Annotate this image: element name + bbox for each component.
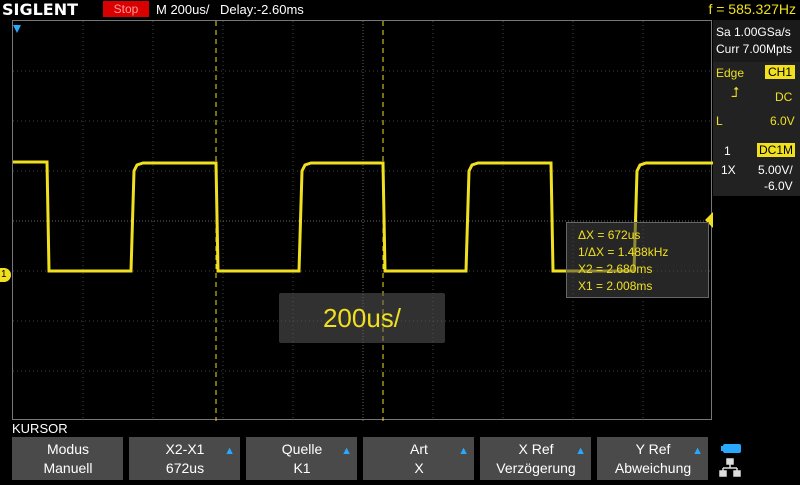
- adjust-arrow-icon: ▲: [224, 445, 235, 457]
- softkey-type[interactable]: Art X ▲: [363, 437, 475, 480]
- trigger-position-marker: [13, 25, 21, 33]
- sample-rate: Sa 1.00GSa/s: [716, 25, 791, 39]
- usb-icon: [721, 444, 741, 453]
- trigger-level: 6.0V: [770, 114, 795, 128]
- adjust-arrow-icon: ▲: [341, 445, 352, 457]
- softkey-x2-x1[interactable]: X2-X1 672us ▲: [129, 437, 241, 480]
- trigger-type: Edge: [716, 66, 745, 80]
- trigger-level-label: L: [716, 114, 723, 128]
- brand-logo: SIGLENT: [2, 0, 79, 19]
- acquisition-panel: Sa 1.00GSa/s Curr 7.00Mpts: [713, 20, 800, 62]
- softkey-value: K1: [293, 460, 311, 476]
- vertical-scale: 5.00V/: [758, 163, 793, 177]
- softkey-source[interactable]: Quelle K1 ▲: [246, 437, 358, 480]
- network-icon: [719, 458, 741, 477]
- channel1-panel[interactable]: 1 DC1M 1X 5.00V/ -6.0V: [713, 142, 800, 196]
- run-status-badge[interactable]: Stop: [103, 1, 149, 17]
- delay-readout: Delay:-2.60ms: [220, 2, 304, 17]
- softkey-mode[interactable]: Modus Manuell: [12, 437, 124, 480]
- status-icons: [714, 438, 800, 480]
- softkey-x-ref[interactable]: X Ref Verzögerung ▲: [480, 437, 592, 480]
- probe-ratio: 1X: [721, 163, 736, 177]
- top-status-bar: SIGLENT Stop M 200us/ Delay:-2.60ms f = …: [0, 0, 800, 19]
- cursor-inverse-delta-x: 1/ΔX = 1.488kHz: [578, 245, 669, 259]
- memory-depth: Curr 7.00Mpts: [716, 42, 793, 56]
- channel-number: 1: [724, 144, 731, 158]
- adjust-arrow-icon: ▲: [692, 445, 703, 457]
- vertical-offset: -6.0V: [764, 179, 793, 193]
- softkey-value: Manuell: [43, 460, 93, 476]
- adjust-arrow-icon: ▲: [575, 445, 586, 457]
- channel-coupling: DC1M: [757, 143, 796, 157]
- waveform-display[interactable]: [12, 20, 713, 421]
- waveform-graticule: [13, 21, 713, 421]
- adjust-arrow-icon: ▲: [458, 445, 469, 457]
- menu-title: KURSOR: [12, 421, 68, 436]
- ch1-ground-marker[interactable]: 1: [0, 268, 11, 282]
- timebase-popup: 200us/: [279, 293, 445, 343]
- timebase-popup-label: 200us/: [322, 303, 402, 333]
- trigger-coupling: DC: [775, 90, 793, 104]
- cursor-delta-x: ΔX = 672us: [578, 228, 641, 242]
- ch1-marker-label: 1: [1, 269, 7, 280]
- softkey-label: Modus: [46, 441, 90, 457]
- softkey-value: 672us: [165, 460, 205, 476]
- softkey-value: Abweichung: [614, 460, 692, 476]
- cursor-x1-value: X1 = 2.008ms: [578, 279, 653, 293]
- softkey-value: Verzögerung: [496, 460, 576, 476]
- cursor-readout-box: ΔX = 672us 1/ΔX = 1.488kHz X2 = 2.680ms …: [566, 222, 709, 298]
- frequency-readout: f = 585.327Hz: [708, 1, 796, 17]
- cursor-x2-value: X2 = 2.680ms: [578, 262, 653, 276]
- softkey-value: X: [414, 460, 424, 476]
- softkey-y-ref[interactable]: Y Ref Abweichung ▲: [597, 437, 709, 480]
- trigger-panel[interactable]: Edge CH1 ⮥ DC L 6.0V: [713, 62, 800, 142]
- timebase-readout: M 200us/: [156, 2, 210, 17]
- rising-edge-icon: ⮥: [731, 84, 740, 100]
- softkey-bar: Modus Manuell X2-X1 672us ▲ Quelle K1 ▲ …: [12, 437, 712, 480]
- trigger-source: CH1: [765, 65, 796, 79]
